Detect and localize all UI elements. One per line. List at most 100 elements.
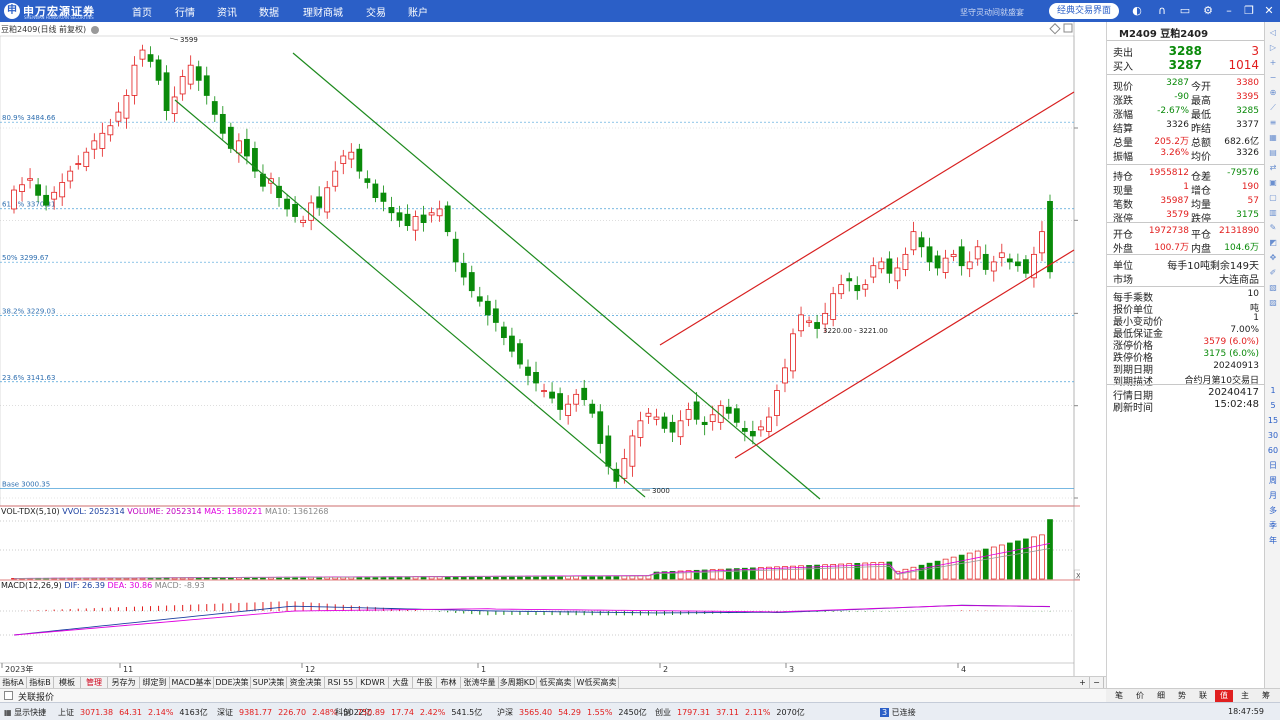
ticker-pct: 2.11% [745,708,771,717]
index-ticker[interactable]: 科创 750.89 17.74 2.42% 541.5亿 [335,707,488,718]
contract-info-value: 7.00% [1230,325,1259,335]
stat-icon[interactable]: ▥ [1265,206,1280,220]
openclose-value-b: 2131890 [1219,226,1260,236]
market-label: 市场 [1113,275,1133,286]
macd-indicator-legend[interactable]: MACD(12,26,9) DIF: 26.39 DEA: 30.86 MACD… [1,581,205,590]
nav-trade[interactable]: 交易 [366,4,386,19]
candle-body [725,406,732,414]
draw-icon[interactable]: ✎ [1265,221,1280,235]
move-icon[interactable]: ✥ [1265,251,1280,265]
grid-icon[interactable]: ▦ [1265,131,1280,145]
candle-body [822,312,829,325]
logo-subtitle: SHENWAN HONGYUAN SECURITIES [24,15,94,20]
detail-tab[interactable]: 值 [1215,690,1233,702]
index-ticker[interactable]: 创业 1797.31 37.11 2.11% 2070亿 [655,707,811,718]
sell-label: 卖出 [1113,48,1133,59]
index-ticker[interactable]: 上证 3071.38 64.31 2.14% 4163亿 [58,707,214,718]
dea-value: DEA: 30.86 [107,581,153,590]
detail-tab[interactable]: 势 [1173,690,1191,702]
pen-icon[interactable]: ✐ [1265,266,1280,280]
dif-value: DIF: 26.39 [64,581,105,590]
period-button[interactable]: 年 [1265,534,1280,548]
sell-row[interactable]: 卖出 3288 3 [1107,44,1265,59]
period-button[interactable]: 周 [1265,474,1280,488]
arrow-right-icon[interactable]: ▷ [1265,41,1280,55]
index-ticker[interactable]: 沪深 3565.40 54.29 1.55% 2450亿 [497,707,653,718]
trading-app-window: 申 申万宏源证券 SHENWAN HONGYUAN SECURITIES 首页 … [0,0,1280,720]
detail-tab[interactable]: 联 [1194,690,1212,702]
arrow-left-icon[interactable]: ◁ [1265,26,1280,40]
volume-bar [910,566,917,580]
period-button[interactable]: 30 [1265,429,1280,443]
classic-trade-button[interactable]: 经典交易界面 [1049,3,1119,19]
layout-icon[interactable]: ▣ [1265,176,1280,190]
nav-quotes[interactable]: 行情 [175,4,195,19]
calc-icon[interactable]: ▧ [1265,281,1280,295]
headset-icon[interactable]: ∩ [1155,4,1169,18]
line-tool-icon[interactable]: ⟋ [1265,101,1280,115]
zoom-out-icon[interactable]: − [1265,71,1280,85]
nav-home[interactable]: 首页 [132,4,152,19]
kline-chart[interactable]: 3477335532323110298880.9% 3484.6661.8% 3… [0,22,1080,676]
detail-tab[interactable]: 主 [1236,690,1254,702]
compare-icon[interactable]: ⇄ [1265,161,1280,175]
position-row: 笔数 35987 均量 57 [1107,196,1265,211]
restore-icon[interactable]: ❐ [1242,4,1256,18]
buy-row[interactable]: 买入 3287 1014 [1107,58,1265,73]
close-icon[interactable]: ✕ [1262,4,1276,18]
candle-body [235,140,242,154]
settings-icon[interactable]: ⚙ [1201,4,1215,18]
crosshair-icon[interactable]: ⊕ [1265,86,1280,100]
nav-news[interactable]: 资讯 [217,4,237,19]
detail-tab[interactable]: 细 [1152,690,1170,702]
minimize-icon[interactable]: – [1222,4,1236,18]
price-row: 现价 3287 今开 3380 [1107,78,1265,93]
candle-body [91,140,98,150]
chart-icon[interactable]: ▤ [1265,146,1280,160]
period-button[interactable]: 多 [1265,504,1280,518]
candle-body [902,253,909,270]
period-button[interactable]: 季 [1265,519,1280,533]
detail-tab[interactable]: 筹 [1257,690,1275,702]
price-label-a: 总量 [1113,138,1133,149]
period-button[interactable]: 15 [1265,414,1280,428]
contract-info-label: 到期描述 [1113,377,1153,388]
candle-body [862,284,869,290]
volume-indicator-legend[interactable]: VOL-TDX(5,10) VVOL: 2052314 VOLUME: 2052… [1,507,328,516]
period-button[interactable]: 日 [1265,459,1280,473]
period-button[interactable]: 5 [1265,399,1280,413]
message-icon[interactable]: ▭ [1178,4,1192,18]
candle-body [75,163,82,165]
nav-wealth-mall[interactable]: 理财商城 [303,4,343,19]
volume-bar [1015,540,1021,580]
nav-data[interactable]: 数据 [259,4,279,19]
chart-dropdown-icon[interactable] [90,25,99,34]
candle-body [332,170,339,187]
detail-tab[interactable]: 价 [1131,690,1149,702]
candle-body [348,151,355,160]
position-label-b: 仓差 [1191,172,1211,183]
candle-body [517,343,523,365]
book-icon[interactable]: ▨ [1265,296,1280,310]
price-row: 总量 205.2万 总额 682.6亿 [1107,134,1265,149]
link-quote-checkbox[interactable] [4,691,13,700]
list-icon[interactable]: ≡ [1265,116,1280,130]
period-button[interactable]: 月 [1265,489,1280,503]
period-button[interactable]: 1 [1265,384,1280,398]
window-icon[interactable]: ▢ [1265,191,1280,205]
detail-tab[interactable]: 笔 [1110,690,1128,702]
zoom-in-icon[interactable]: + [1265,56,1280,70]
position-row: 持仓 1955812 仓差 -79576 [1107,168,1265,183]
period-button[interactable]: 60 [1265,444,1280,458]
quick-display-toggle[interactable]: ▦ 显示快捷 [4,707,46,718]
candle-body [396,212,403,221]
candle-body [918,237,925,248]
price-value-b: 3380 [1236,78,1259,88]
time-axis-label: 4 [961,665,966,674]
dark-mode-icon[interactable]: ◐ [1130,4,1144,18]
fill-icon[interactable]: ◩ [1265,236,1280,250]
price-label-a: 涨跌 [1113,96,1133,107]
price-row: 结算 3326 昨结 3377 [1107,120,1265,135]
high-annotation: 3599 [180,36,198,44]
nav-account[interactable]: 账户 [408,4,428,19]
